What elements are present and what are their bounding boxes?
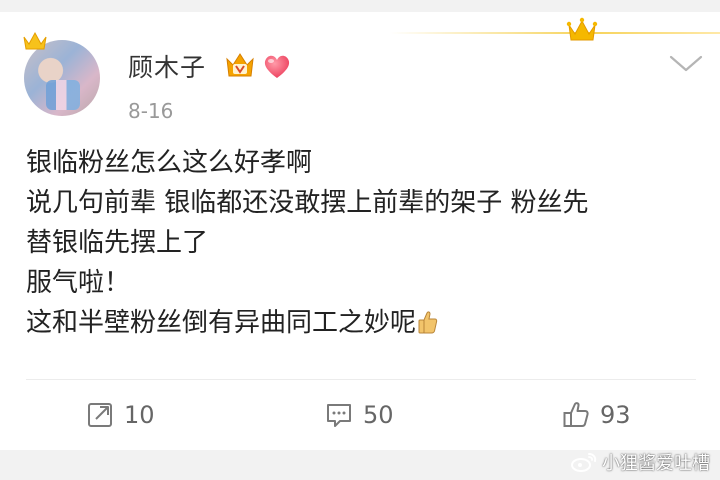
post-content: 银临粉丝怎么这么好孝啊 说几句前辈 银临都还没敢摆上前辈的架子 粉丝先 替银临先… — [26, 143, 706, 343]
action-bar-divider — [26, 379, 696, 380]
repost-count: 10 — [124, 401, 155, 429]
post-line-text: 这和半壁粉丝倒有异曲同工之妙呢 — [26, 308, 417, 338]
post-line: 银临粉丝怎么这么好孝啊 — [26, 148, 313, 178]
top-separator — [0, 0, 720, 12]
comment-count: 50 — [363, 401, 394, 429]
thumbs-up-emoji-icon — [418, 311, 438, 334]
like-icon — [563, 402, 589, 427]
post-date: 8-16 — [128, 99, 174, 123]
username[interactable]: 顾木子 — [128, 48, 206, 84]
post-line: 替银临先摆上了 — [26, 228, 209, 258]
post-line-last: 这和半壁粉丝倒有异曲同工之妙呢 — [26, 303, 706, 343]
comment-icon — [327, 404, 351, 427]
vip-crown-badge-icon[interactable] — [225, 51, 255, 79]
chevron-down-icon[interactable] — [668, 52, 704, 74]
repost-button[interactable]: 10 — [86, 398, 155, 432]
decoration-crown-icon — [566, 17, 598, 41]
avatar-container[interactable] — [22, 30, 102, 116]
card-decoration-line — [390, 32, 720, 34]
heart-icon[interactable] — [262, 52, 292, 80]
repost-icon — [88, 403, 112, 427]
watermark-text: 小狸酱爱吐槽 — [602, 453, 710, 474]
weibo-logo-icon — [571, 453, 597, 472]
crown-icon — [23, 31, 47, 50]
watermark: 小狸酱爱吐槽 — [570, 449, 710, 475]
like-count: 93 — [600, 401, 631, 429]
comment-button[interactable]: 50 — [325, 398, 394, 432]
post-line: 说几句前辈 银临都还没敢摆上前辈的架子 粉丝先 — [26, 188, 589, 218]
like-button[interactable]: 93 — [562, 398, 631, 432]
post-line: 服气啦！ — [26, 268, 131, 298]
